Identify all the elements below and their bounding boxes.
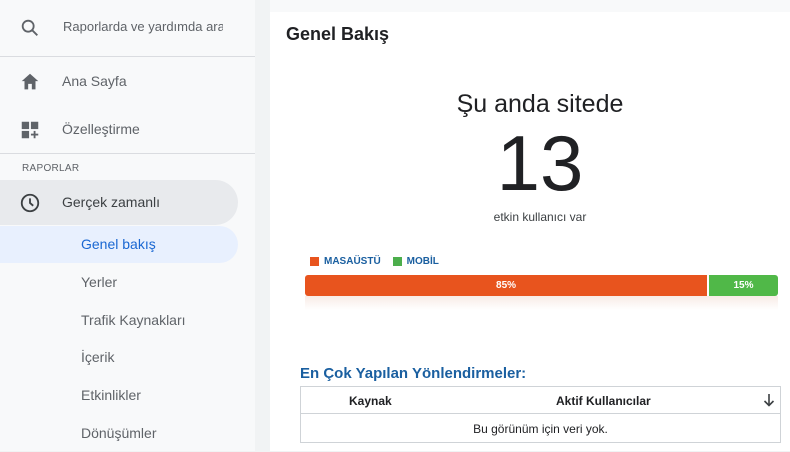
section-title-reports: RAPORLAR [22,163,80,174]
column-header-source[interactable]: Kaynak [349,394,392,408]
sidebar-divider [0,153,255,154]
sidebar-item-locations[interactable]: Yerler [0,264,238,301]
sidebar-item-traffic-sources[interactable]: Trafik Kaynakları [0,302,238,339]
clock-icon [20,193,40,213]
device-split-bar: 85% 15% [305,275,778,296]
nav-home-label: Ana Sayfa [62,73,127,89]
legend-label-mobile: MOBİL [406,256,439,267]
sidebar-item-conversions[interactable]: Dönüşümler [0,415,238,452]
nav-realtime[interactable]: Gerçek zamanlı [0,180,238,225]
top-referrals-title: En Çok Yapılan Yönlendirmeler: [300,365,527,382]
sidebar-item-overview[interactable]: Genel bakış [0,226,238,263]
search-bar[interactable]: Raporlarda ve yardımda ara [0,0,255,57]
nav-home[interactable]: Ana Sayfa [0,59,255,105]
device-bar-mobile: 15% [707,275,778,296]
bar-reflection [305,296,778,310]
sort-down-arrow-icon[interactable] [762,392,776,408]
top-strip [270,0,790,12]
table-empty-row: Bu görünüm için veri yok. [473,422,608,436]
device-legend: MASAÜSTÜ MOBİL [310,256,439,267]
sidebar-item-label: Trafik Kaynakları [81,312,186,328]
legend-swatch-desktop [310,257,319,266]
search-icon[interactable] [19,17,41,39]
top-referrals-table: Kaynak Aktif Kullanıcılar Bu görünüm içi… [300,386,781,443]
main-panel: Genel Bakış Şu anda sitede 13 etkin kull… [270,0,790,451]
sidebar-item-label: Yerler [81,274,118,290]
table-header: Kaynak Aktif Kullanıcılar [301,387,780,414]
dashboard-add-icon [21,121,39,139]
legend-swatch-mobile [392,257,402,266]
sidebar-item-events[interactable]: Etkinlikler [0,377,238,414]
legend-item-mobile: MOBİL [392,256,439,267]
device-bar-desktop: 85% [305,275,708,296]
nav-customize[interactable]: Özelleştirme [0,107,255,153]
column-header-active-users[interactable]: Aktif Kullanıcılar [556,394,651,408]
search-input[interactable]: Raporlarda ve yardımda ara [63,19,223,34]
sidebar: Raporlarda ve yardımda ara Ana Sayfa Öze… [0,0,255,451]
active-users-label: Şu anda sitede [456,90,624,118]
home-icon [21,73,39,90]
page-title: Genel Bakış [286,24,390,44]
nav-customize-label: Özelleştirme [62,121,140,137]
sidebar-item-label: Dönüşümler [81,425,157,441]
sidebar-item-content[interactable]: İçerik [0,339,238,376]
active-users-count: 13 [496,119,584,207]
legend-item-desktop: MASAÜSTÜ [310,256,381,267]
nav-realtime-label: Gerçek zamanlı [62,194,161,210]
legend-label-desktop: MASAÜSTÜ [324,256,381,267]
active-users-sublabel: etkin kullanıcı var [493,210,587,224]
sidebar-item-label: İçerik [81,349,115,365]
sidebar-item-label: Etkinlikler [81,387,141,403]
sidebar-item-label: Genel bakış [81,236,156,252]
